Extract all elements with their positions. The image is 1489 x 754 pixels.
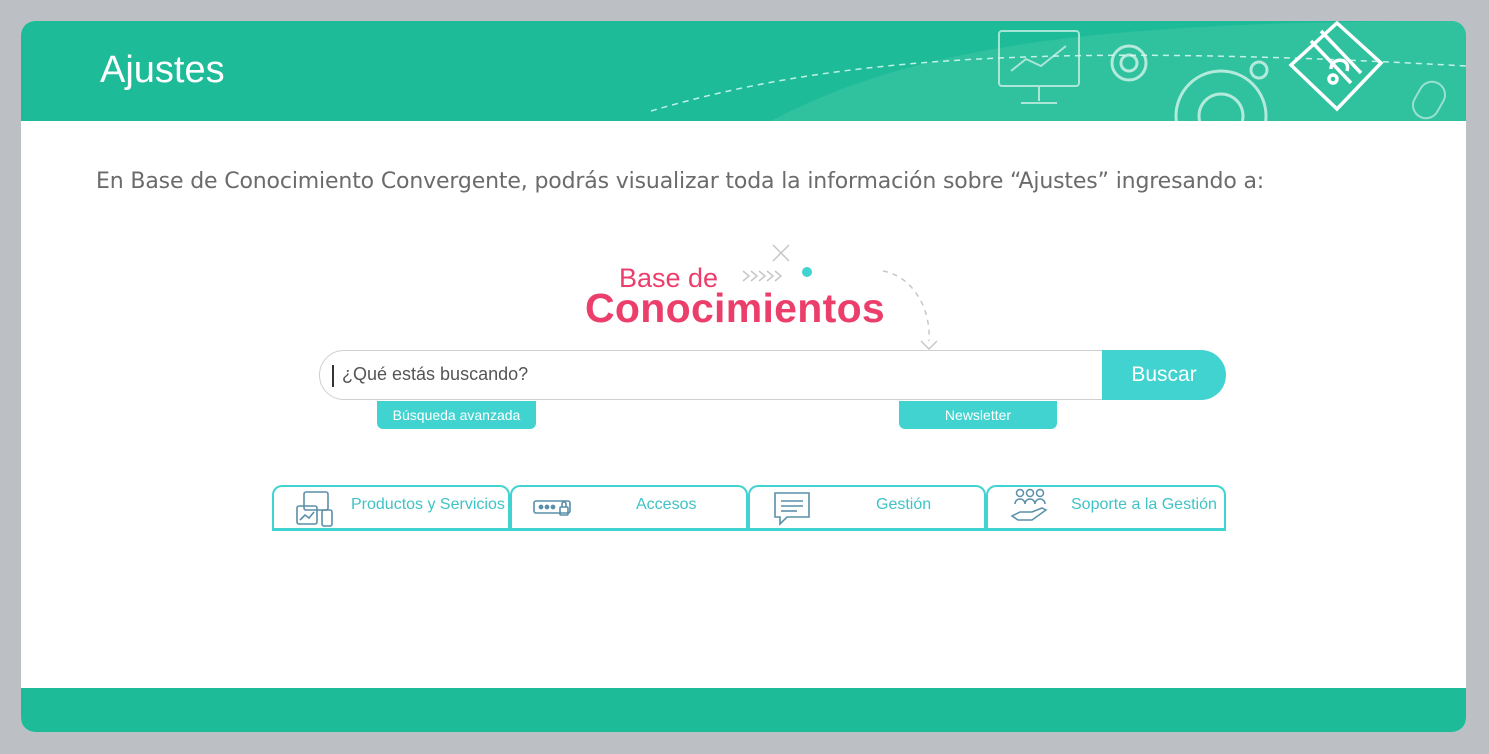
tab-label: Gestión (876, 496, 932, 513)
page-title: Ajustes (100, 49, 225, 91)
password-icon (533, 500, 571, 516)
advanced-search-link[interactable]: Búsqueda avanzada (377, 401, 536, 429)
devices-icon (296, 491, 333, 527)
tab-label: Accesos (636, 496, 697, 513)
newsletter-link[interactable]: Newsletter (899, 401, 1057, 429)
category-tabs: Productos y Servicios Accesos Gestión So… (272, 485, 1228, 531)
slide: Ajustes En Base de Conocimiento Converge… (21, 21, 1466, 732)
text-caret (332, 365, 334, 387)
footer-band (21, 688, 1466, 732)
tab-soporte-gestion[interactable]: Soporte a la Gestión (986, 485, 1226, 531)
search-bar: ¿Qué estás buscando? Buscar (319, 350, 1226, 400)
tab-label: Soporte a la Gestión (1071, 496, 1217, 513)
tab-accesos[interactable]: Accesos (510, 485, 748, 531)
tab-gestion[interactable]: Gestión (748, 485, 986, 531)
search-button[interactable]: Buscar (1102, 350, 1226, 400)
header-decoration (650, 21, 1466, 121)
search-placeholder: ¿Qué estás buscando? (342, 364, 529, 384)
team-support-icon (1010, 488, 1048, 521)
tab-productos-servicios[interactable]: Productos y Servicios (272, 485, 510, 531)
chat-icon (774, 492, 810, 526)
logo-line-2: Conocimientos (585, 285, 886, 331)
intro-text: En Base de Conocimiento Convergente, pod… (96, 169, 1265, 194)
tab-label: Productos y Servicios (351, 496, 505, 513)
header-banner: Ajustes (21, 21, 1466, 121)
knowledge-base-logo[interactable]: Base de Conocimientos (581, 241, 961, 351)
search-input[interactable]: ¿Qué estás buscando? (319, 350, 1121, 400)
